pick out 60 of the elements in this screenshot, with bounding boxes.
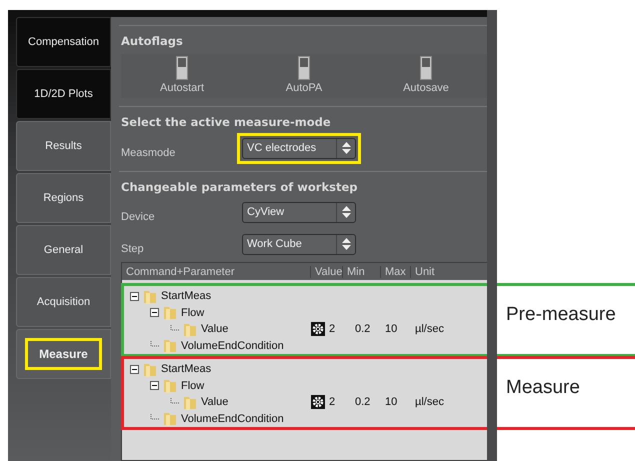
column-header[interactable]: Min <box>343 266 381 278</box>
spinner-arrows-icon <box>342 142 350 154</box>
tree-node-label[interactable]: VolumeEndCondition <box>181 340 284 352</box>
section-title: Autoflags <box>121 34 184 48</box>
folder-icon <box>183 394 197 410</box>
gear-icon[interactable] <box>311 395 325 410</box>
toggle-switch[interactable] <box>176 56 188 80</box>
column-header[interactable]: Command+Parameter <box>122 266 311 278</box>
table-cell: 2 <box>329 323 336 336</box>
section-title: Select the active measure-mode <box>121 115 332 129</box>
measmode-dropdown[interactable]: VC electrodes <box>242 138 356 158</box>
folder-icon <box>143 288 157 304</box>
sidebar-tab[interactable]: Acquisition <box>16 277 111 327</box>
toggle-label: Autosave <box>403 82 449 94</box>
collapse-icon[interactable] <box>150 381 159 390</box>
collapse-icon[interactable] <box>130 364 139 374</box>
dropdown[interactable]: Work Cube <box>242 234 356 254</box>
collapse-icon[interactable] <box>150 308 159 318</box>
tree-node-label[interactable]: StartMeas <box>161 290 212 302</box>
spinner-arrows-icon <box>342 206 350 218</box>
tree-node-label[interactable]: Value <box>201 323 228 336</box>
tree-node-label[interactable]: Flow <box>181 380 204 392</box>
table-cell-text: 10 <box>384 323 398 336</box>
section-title: Changeable parameters of workstep <box>121 180 358 194</box>
toggle-switch[interactable] <box>298 56 310 80</box>
sidebar-tab[interactable]: Compensation <box>16 17 111 67</box>
folder-icon <box>163 411 177 426</box>
sidebar-tab[interactable]: Regions <box>16 173 111 223</box>
toggle-label: AutoPA <box>286 82 322 94</box>
field-label: Measmode <box>121 146 176 159</box>
table-cell-text: 10 <box>384 396 398 408</box>
table-cell: 2 <box>329 396 336 408</box>
sidebar-tab[interactable]: General <box>16 225 111 275</box>
sidebar-tab[interactable]: Measure <box>16 329 111 379</box>
folder-icon <box>163 378 177 394</box>
table-cell-text: 0.2 <box>354 396 372 408</box>
table-cell-text: µl/sec <box>414 323 445 336</box>
table-cell-text: µl/sec <box>414 396 445 408</box>
column-header[interactable]: Value <box>311 266 343 278</box>
sidebar-tab[interactable]: Results <box>16 121 111 171</box>
tree-node-label[interactable]: StartMeas <box>161 363 212 376</box>
folder-icon <box>183 322 197 337</box>
spinner-arrows-icon <box>342 238 350 250</box>
table-cell-text: 0.2 <box>354 323 372 336</box>
dropdown[interactable]: CyView <box>242 202 356 222</box>
collapse-icon[interactable] <box>130 292 139 301</box>
folder-icon <box>163 338 177 354</box>
toggle-switch[interactable] <box>420 56 432 80</box>
toggle-label: Autostart <box>160 82 204 94</box>
tree-node-label[interactable]: Flow <box>181 306 204 319</box>
field-label: Device <box>121 210 156 223</box>
gear-icon[interactable] <box>311 322 325 336</box>
column-header[interactable]: Max <box>381 266 411 278</box>
sidebar-tab[interactable]: 1D/2D Plots <box>16 69 111 119</box>
field-label: Step <box>121 242 145 255</box>
tree-node-label[interactable]: VolumeEndCondition <box>181 412 284 425</box>
scrollbar[interactable] <box>487 10 497 461</box>
tree-node-label[interactable]: Value <box>201 396 228 408</box>
folder-icon <box>143 362 157 377</box>
folder-icon <box>163 305 177 320</box>
